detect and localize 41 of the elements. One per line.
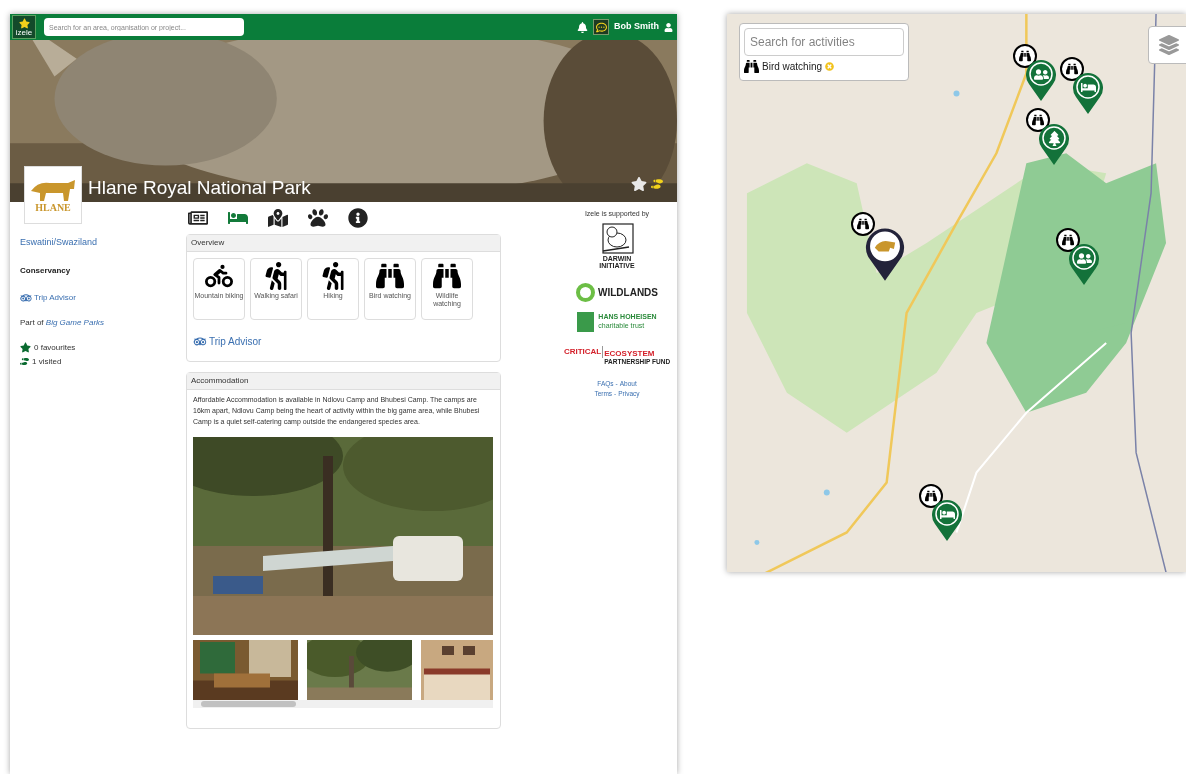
wildlands-logo[interactable]: WILDLANDS bbox=[576, 282, 658, 302]
bell-icon[interactable] bbox=[577, 21, 588, 33]
big-game-parks-link[interactable]: Big Game Parks bbox=[45, 317, 105, 327]
footprint-icon bbox=[20, 356, 29, 367]
user-icon[interactable] bbox=[664, 22, 673, 32]
park-logo: HLANE bbox=[24, 166, 82, 224]
favourite-icon[interactable] bbox=[631, 176, 647, 192]
binoculars-icon bbox=[744, 59, 759, 74]
owl-eyes-icon bbox=[20, 292, 32, 303]
user-name[interactable]: Bob Smith bbox=[614, 20, 659, 34]
card-header: Accommodation bbox=[187, 373, 500, 390]
filter-chip-label: Bird watching bbox=[762, 60, 823, 74]
park-title: Hlane Royal National Park bbox=[88, 176, 311, 200]
people-icon bbox=[1033, 66, 1049, 82]
activity-search-field[interactable]: Search for activities bbox=[744, 28, 904, 56]
map-icon[interactable] bbox=[268, 208, 288, 228]
visited-count: 1 visited bbox=[32, 355, 62, 368]
area-type: Conservancy bbox=[20, 264, 72, 277]
paw-icon[interactable] bbox=[308, 208, 328, 228]
part-of-text: Part of Big Game Parks bbox=[20, 316, 106, 329]
tripadvisor-link[interactable]: Trip Advisor bbox=[20, 291, 180, 304]
izele-logo[interactable]: izele bbox=[12, 15, 36, 39]
tree-icon bbox=[1046, 130, 1062, 146]
owl-eyes-icon bbox=[193, 336, 207, 347]
park-marker[interactable] bbox=[863, 226, 907, 282]
people-icon bbox=[1076, 250, 1092, 266]
binoculars-icon bbox=[433, 262, 461, 290]
favourite-icon bbox=[20, 342, 31, 353]
horizontal-scrollbar[interactable] bbox=[193, 700, 493, 708]
footprint-icon[interactable] bbox=[651, 177, 663, 191]
country-link[interactable]: Eswatini/Swaziland bbox=[20, 236, 180, 250]
biking-icon bbox=[205, 262, 233, 290]
layers-icon bbox=[1159, 35, 1179, 55]
card-header: Overview bbox=[187, 235, 500, 252]
binoculars-icon bbox=[376, 262, 404, 290]
info-icon[interactable] bbox=[348, 208, 368, 228]
newspaper-icon[interactable] bbox=[188, 208, 208, 228]
favourites-count: 0 favourites bbox=[34, 341, 76, 354]
chat-button[interactable] bbox=[593, 19, 609, 35]
layers-button[interactable] bbox=[1148, 26, 1186, 64]
tripadvisor-link[interactable]: Trip Advisor bbox=[193, 334, 262, 349]
